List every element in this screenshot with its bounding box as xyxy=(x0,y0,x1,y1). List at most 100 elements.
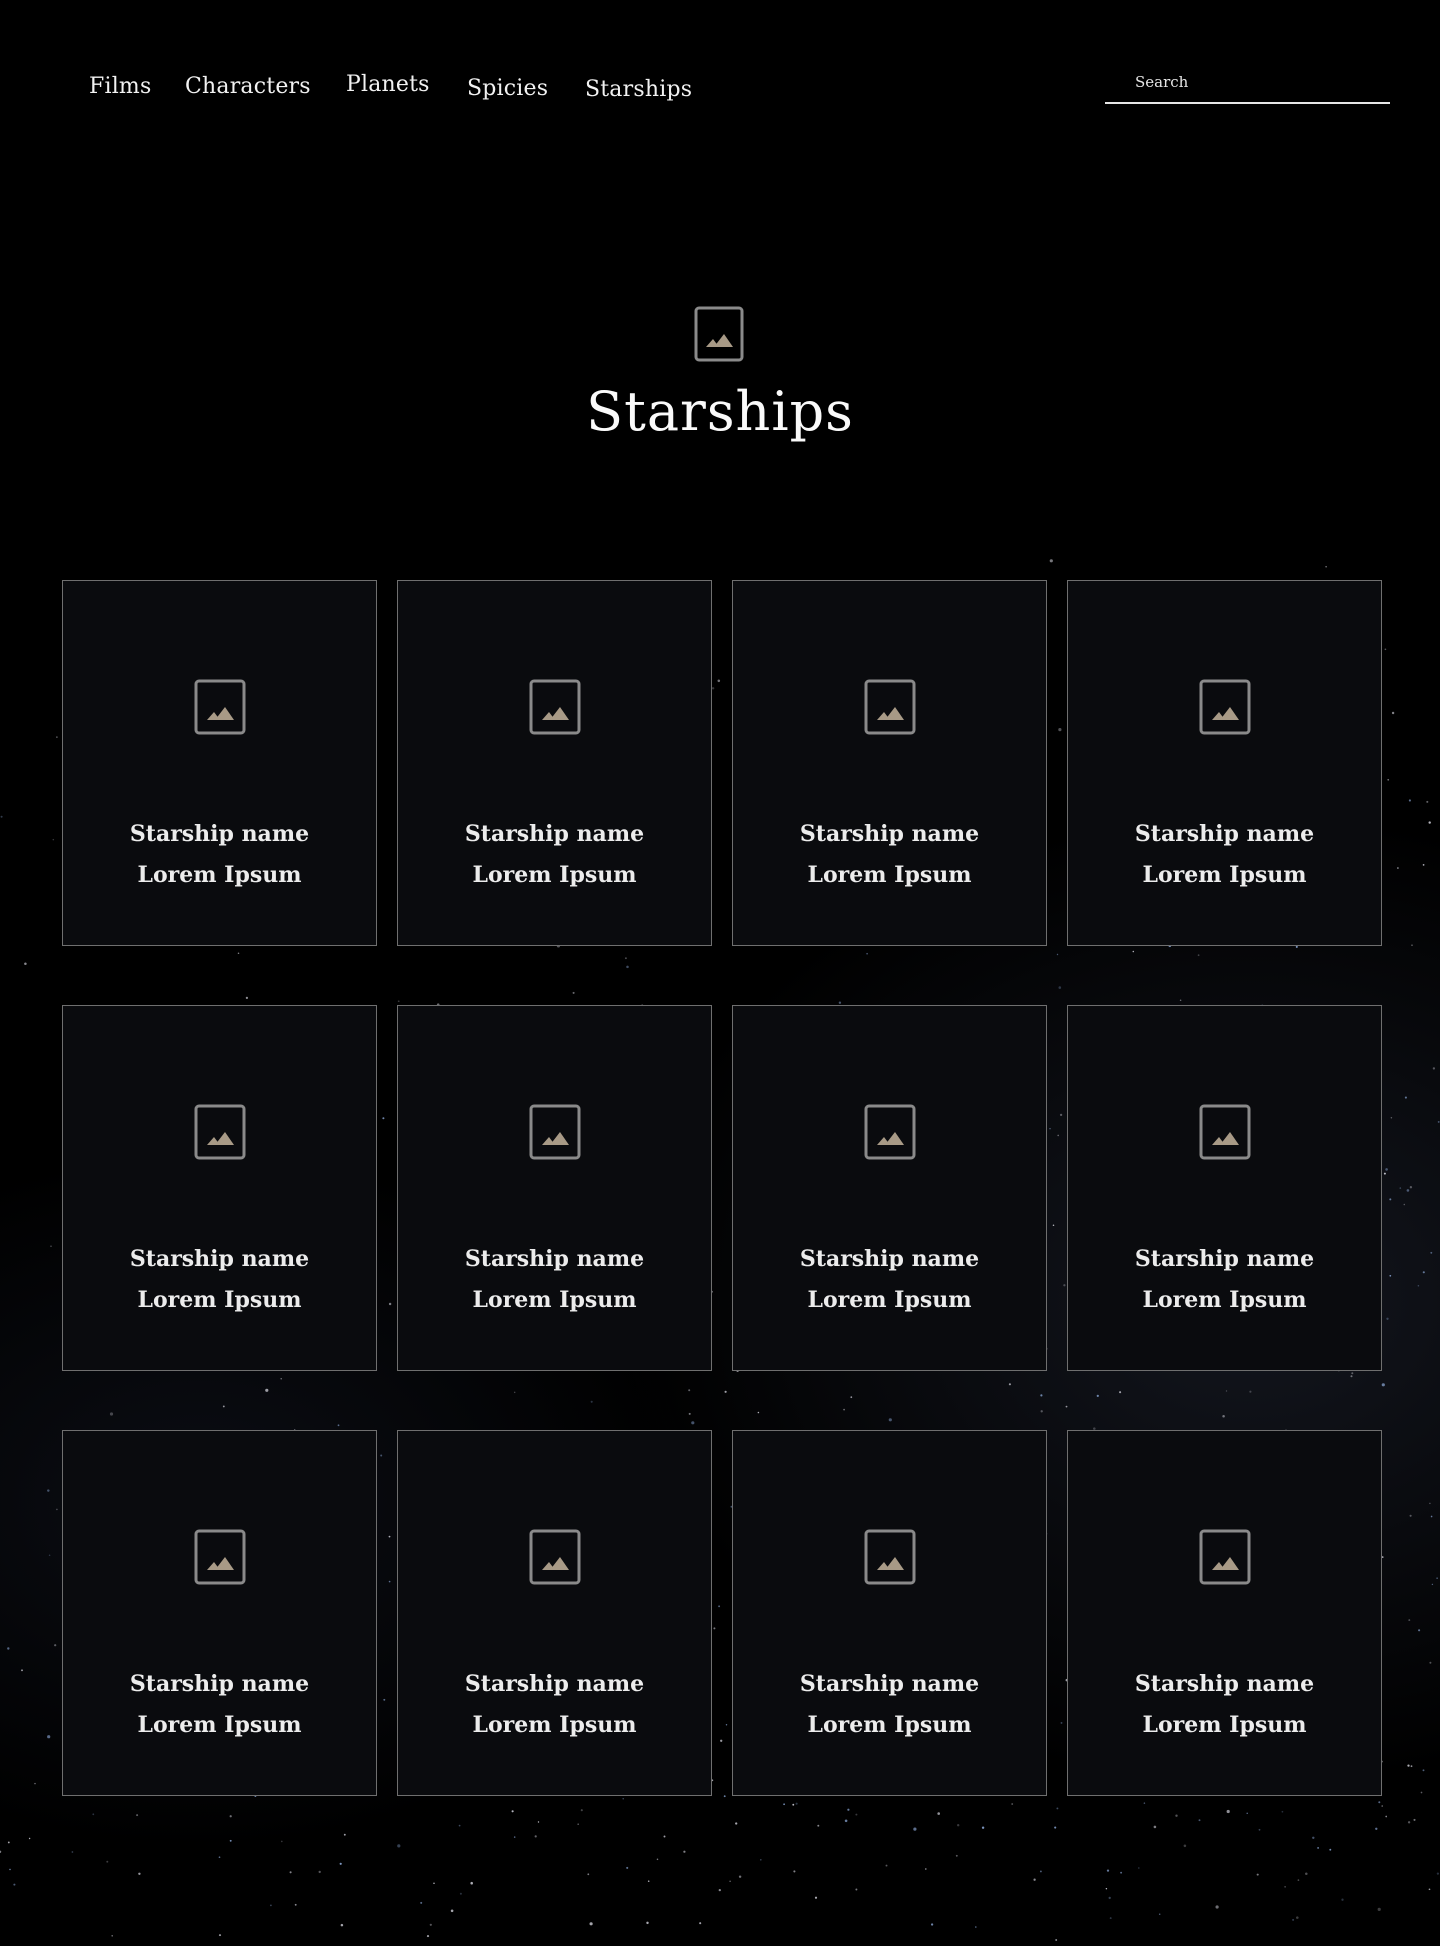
star xyxy=(34,1782,36,1785)
starship-card[interactable]: Starship name Lorem Ipsum xyxy=(62,580,377,946)
starship-name: Starship name xyxy=(799,821,980,847)
starship-card[interactable]: Starship name Lorem Ipsum xyxy=(62,1430,377,1796)
star xyxy=(1296,1916,1299,1919)
star xyxy=(92,1813,95,1816)
star xyxy=(1428,821,1431,824)
star xyxy=(981,1826,985,1829)
star xyxy=(1385,1815,1388,1818)
star xyxy=(699,1922,702,1925)
star xyxy=(1413,1818,1416,1821)
star xyxy=(1404,1096,1407,1099)
starship-card[interactable]: Starship name Lorem Ipsum xyxy=(397,580,712,946)
starship-subtitle: Lorem Ipsum xyxy=(807,862,972,888)
starship-subtitle: Lorem Ipsum xyxy=(137,1712,302,1738)
star xyxy=(270,1904,272,1907)
star xyxy=(1437,1120,1440,1123)
star xyxy=(1387,778,1390,781)
star xyxy=(656,1858,659,1861)
star xyxy=(577,1823,580,1826)
star xyxy=(1258,1828,1261,1831)
star xyxy=(0,815,3,818)
starship-subtitle: Lorem Ipsum xyxy=(1142,862,1307,888)
star xyxy=(1403,1203,1406,1206)
star xyxy=(71,1851,74,1853)
star xyxy=(647,1880,650,1882)
star xyxy=(1120,1871,1123,1874)
image-placeholder-icon xyxy=(864,679,916,735)
star xyxy=(56,1508,58,1511)
star xyxy=(1039,1870,1042,1873)
star xyxy=(663,1835,666,1838)
star xyxy=(1383,1172,1386,1175)
star xyxy=(511,1810,514,1813)
star xyxy=(1378,1801,1381,1804)
search-input[interactable] xyxy=(1105,64,1390,100)
starship-name: Starship name xyxy=(799,1246,980,1272)
starship-card[interactable]: Starship name Lorem Ipsum xyxy=(62,1005,377,1371)
starship-card[interactable]: Starship name Lorem Ipsum xyxy=(732,1430,1047,1796)
starship-subtitle: Lorem Ipsum xyxy=(807,1287,972,1313)
star xyxy=(1137,1867,1140,1869)
nav-link-films[interactable]: Films xyxy=(89,74,152,99)
star xyxy=(1389,1274,1392,1277)
nav-link-characters[interactable]: Characters xyxy=(185,74,311,99)
starship-card[interactable]: Starship name Lorem Ipsum xyxy=(732,580,1047,946)
star xyxy=(1317,1846,1320,1849)
starship-card[interactable]: Starship name Lorem Ipsum xyxy=(1067,1005,1382,1371)
star xyxy=(47,1735,51,1739)
starship-card[interactable]: Starship name Lorem Ipsum xyxy=(397,1005,712,1371)
image-placeholder-icon xyxy=(194,1104,246,1160)
starship-subtitle: Lorem Ipsum xyxy=(1142,1287,1307,1313)
star xyxy=(587,1873,590,1876)
star xyxy=(1399,1187,1402,1189)
star xyxy=(280,1840,283,1843)
star xyxy=(1281,1810,1284,1813)
star xyxy=(7,1647,10,1650)
star xyxy=(622,1798,624,1800)
star xyxy=(930,1923,934,1926)
star xyxy=(1325,566,1327,568)
starship-subtitle: Lorem Ipsum xyxy=(137,862,302,888)
star xyxy=(1055,1939,1058,1941)
starship-card[interactable]: Starship name Lorem Ipsum xyxy=(397,1430,712,1796)
star xyxy=(1341,1898,1344,1901)
image-placeholder-icon xyxy=(194,679,246,735)
star xyxy=(13,1883,16,1886)
star xyxy=(111,1935,113,1937)
starship-name: Starship name xyxy=(799,1671,980,1697)
image-placeholder-icon xyxy=(194,1529,246,1585)
star xyxy=(289,1871,292,1874)
star xyxy=(1158,1913,1161,1916)
image-placeholder-icon xyxy=(1199,1104,1251,1160)
star xyxy=(783,1803,785,1806)
star xyxy=(1417,1284,1420,1287)
star xyxy=(1436,1577,1438,1579)
starship-card[interactable]: Starship name Lorem Ipsum xyxy=(732,1005,1047,1371)
starship-name: Starship name xyxy=(1134,1671,1315,1697)
star xyxy=(470,1881,473,1885)
starship-name: Starship name xyxy=(129,1246,310,1272)
star xyxy=(458,1824,461,1827)
star xyxy=(1109,1917,1112,1920)
star xyxy=(50,1245,52,1247)
starship-card[interactable]: Starship name Lorem Ipsum xyxy=(1067,580,1382,946)
star xyxy=(1422,1769,1425,1772)
star xyxy=(683,1850,686,1853)
nav-link-starships[interactable]: Starships xyxy=(585,77,692,102)
star xyxy=(1375,1827,1378,1830)
star xyxy=(229,1815,232,1818)
starship-card[interactable]: Starship name Lorem Ipsum xyxy=(1067,1430,1382,1796)
star xyxy=(626,1866,629,1869)
star xyxy=(343,1833,346,1836)
nav-link-planets[interactable]: Planets xyxy=(346,72,430,97)
star xyxy=(817,1824,820,1827)
nav-link-spicies[interactable]: Spicies xyxy=(467,76,548,101)
star xyxy=(1108,1896,1111,1900)
star xyxy=(48,1554,51,1556)
star xyxy=(420,1901,423,1904)
star xyxy=(580,1809,583,1812)
star xyxy=(459,1892,462,1895)
page-title: Starships xyxy=(586,380,854,443)
star xyxy=(1305,1872,1308,1875)
starship-subtitle: Lorem Ipsum xyxy=(137,1287,302,1313)
